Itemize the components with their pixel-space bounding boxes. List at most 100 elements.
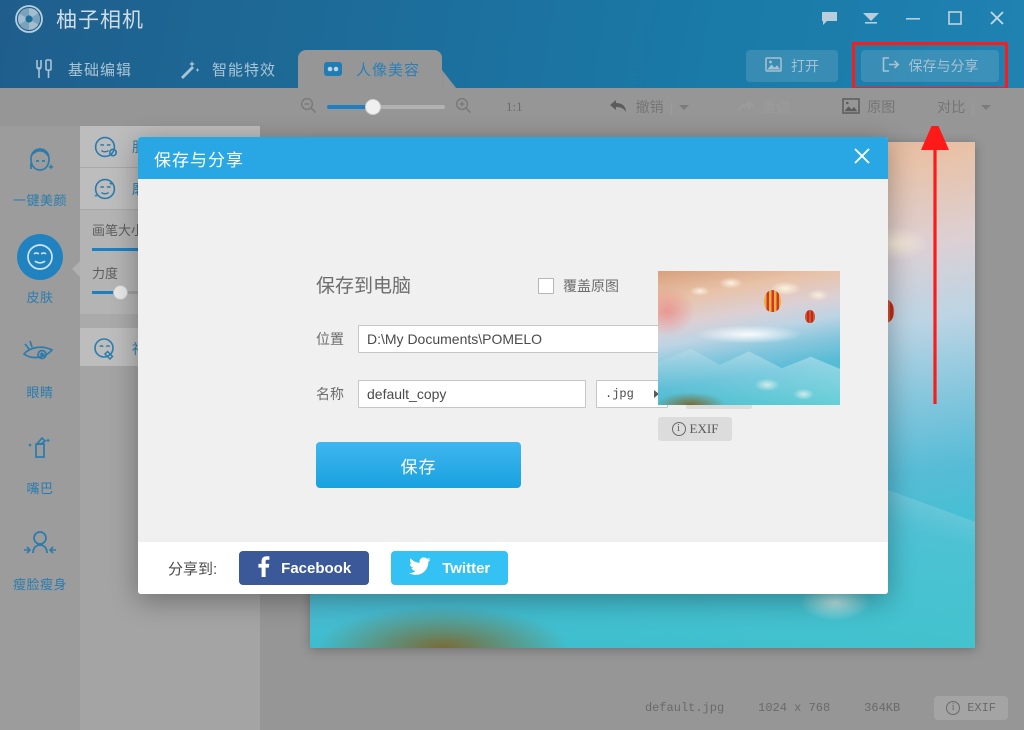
image-icon [765, 57, 782, 75]
tab-portrait-beauty[interactable]: 人像美容 [298, 50, 442, 88]
tab-bar: 基础编辑 智能特效 人像美容 [10, 44, 442, 88]
export-icon [882, 57, 900, 75]
undo-dropdown-icon[interactable] [679, 105, 689, 110]
compare-button[interactable]: 对比 [937, 97, 965, 117]
thumb-balloon-large [764, 290, 781, 312]
status-exif-button[interactable]: i EXIF [934, 696, 1008, 720]
smooth-skin-icon [90, 174, 122, 204]
save-button[interactable]: 保存 [316, 442, 521, 488]
redo-label: 重做 [762, 97, 790, 117]
sidebar-item-eyes-label: 眼睛 [26, 382, 53, 401]
undo-divider: | [670, 99, 674, 115]
facebook-icon [257, 555, 270, 581]
twitter-share-button[interactable]: Twitter [391, 551, 508, 585]
magic-wand-icon [176, 58, 202, 80]
status-exif-label: EXIF [967, 701, 996, 715]
edit-toolbar: 1:1 撤销 | 重做 原图 对比 | [0, 88, 1024, 126]
zoom-out-icon[interactable] [300, 97, 317, 117]
skin-tone-icon [90, 132, 122, 162]
zoom-control-group: 1:1 [300, 97, 523, 117]
tab-basic-edit[interactable]: 基础编辑 [10, 50, 154, 88]
shutter-aperture-icon [14, 4, 44, 34]
save-share-button[interactable]: 保存与分享 [861, 50, 999, 82]
title-bar: 柚子相机 基础编辑 [0, 0, 1024, 88]
info-icon: i [672, 422, 686, 436]
left-sidebar: 一键美颜 皮肤 眼睛 [0, 126, 80, 730]
save-share-button-label: 保存与分享 [909, 56, 979, 76]
slim-body-icon [16, 523, 64, 567]
status-filesize: 364KB [864, 701, 934, 715]
compare-dropdown-icon[interactable] [981, 105, 991, 110]
tab-basic-edit-label: 基础编辑 [68, 59, 132, 80]
zoom-slider[interactable] [327, 105, 445, 109]
share-to-label: 分享到: [168, 558, 217, 579]
twitter-icon [409, 557, 431, 579]
sidebar-item-mouth-label: 嘴巴 [26, 478, 53, 497]
open-button[interactable]: 打开 [746, 50, 838, 82]
redo-button[interactable]: 重做 [735, 97, 790, 117]
dialog-section-title: 保存到电脑 [316, 271, 411, 298]
sidebar-item-eyes[interactable]: 眼睛 [0, 318, 80, 414]
close-icon[interactable] [852, 146, 872, 170]
tools-icon [32, 58, 58, 80]
sidebar-item-skin[interactable]: 皮肤 [0, 222, 80, 318]
window-controls [808, 0, 1018, 36]
original-button[interactable]: 原图 [842, 97, 895, 117]
close-icon[interactable] [976, 1, 1018, 35]
filename-label: 名称 [316, 384, 348, 404]
acne-removal-icon [90, 334, 122, 364]
status-filename: default.jpg [645, 701, 758, 715]
compare-label: 对比 [937, 97, 965, 117]
redo-icon [735, 98, 755, 117]
maximize-icon[interactable] [934, 1, 976, 35]
location-input[interactable]: D:\My Documents\POMELO [358, 325, 670, 353]
undo-button[interactable]: 撤销 [609, 97, 664, 117]
dialog-exif-button[interactable]: i EXIF [658, 417, 732, 441]
dialog-body: 保存到电脑 覆盖原图 位置 D:\My Documents\POMELO 更改 … [138, 179, 888, 542]
zoom-in-icon[interactable] [455, 97, 472, 117]
sidebar-item-skin-label: 皮肤 [26, 287, 53, 306]
sidebar-item-one-click-beauty-label: 一键美颜 [13, 190, 67, 209]
app-title: 柚子相机 [56, 4, 144, 34]
zoom-slider-handle[interactable] [365, 99, 381, 115]
original-label: 原图 [867, 97, 895, 117]
skin-face-icon [17, 234, 63, 280]
tab-portrait-beauty-label: 人像美容 [356, 59, 420, 80]
sidebar-item-slim-label: 瘦脸瘦身 [13, 574, 67, 593]
thumb-balloon-small [805, 310, 815, 323]
app-logo-row: 柚子相机 [14, 4, 144, 34]
sidebar-item-one-click-beauty[interactable]: 一键美颜 [0, 126, 80, 222]
format-dropdown-value: .jpg [605, 387, 634, 401]
sidebar-item-mouth[interactable]: 嘴巴 [0, 414, 80, 510]
compare-divider: | [971, 99, 975, 115]
dialog-title: 保存与分享 [154, 146, 244, 171]
location-label: 位置 [316, 329, 348, 349]
tab-smart-effects[interactable]: 智能特效 [154, 50, 298, 88]
facebook-share-button[interactable]: Facebook [239, 551, 369, 585]
feedback-icon[interactable] [808, 1, 850, 35]
dialog-header: 保存与分享 [138, 137, 888, 179]
undo-icon [609, 98, 629, 117]
status-dimensions: 1024 x 768 [758, 701, 864, 715]
sidebar-item-slim[interactable]: 瘦脸瘦身 [0, 510, 80, 606]
overwrite-original-checkbox[interactable] [538, 278, 554, 294]
twitter-share-label: Twitter [442, 560, 490, 577]
save-share-dialog: 保存与分享 保存到电脑 覆盖原图 位置 D:\My Documents\POME… [138, 137, 888, 594]
strength-slider-handle[interactable] [113, 285, 128, 300]
original-image-icon [842, 98, 860, 117]
one-click-beauty-icon [16, 139, 64, 183]
minimize-icon[interactable] [892, 1, 934, 35]
preview-thumbnail-wrap: i EXIF [658, 271, 840, 441]
eye-icon [16, 331, 64, 375]
collapse-icon[interactable] [850, 1, 892, 35]
portrait-icon [320, 58, 346, 80]
tab-smart-effects-label: 智能特效 [212, 59, 276, 80]
status-bar: default.jpg 1024 x 768 364KB i EXIF [260, 686, 1024, 730]
dialog-footer: 分享到: Facebook Twitter [138, 542, 888, 594]
save-share-highlight-wrap: 保存与分享 [852, 42, 1008, 88]
filename-input[interactable]: default_copy [358, 380, 586, 408]
info-icon: i [946, 701, 960, 715]
overwrite-original-checkbox-row[interactable]: 覆盖原图 [538, 276, 619, 296]
preview-thumbnail [658, 271, 840, 405]
lipstick-icon [16, 427, 64, 471]
